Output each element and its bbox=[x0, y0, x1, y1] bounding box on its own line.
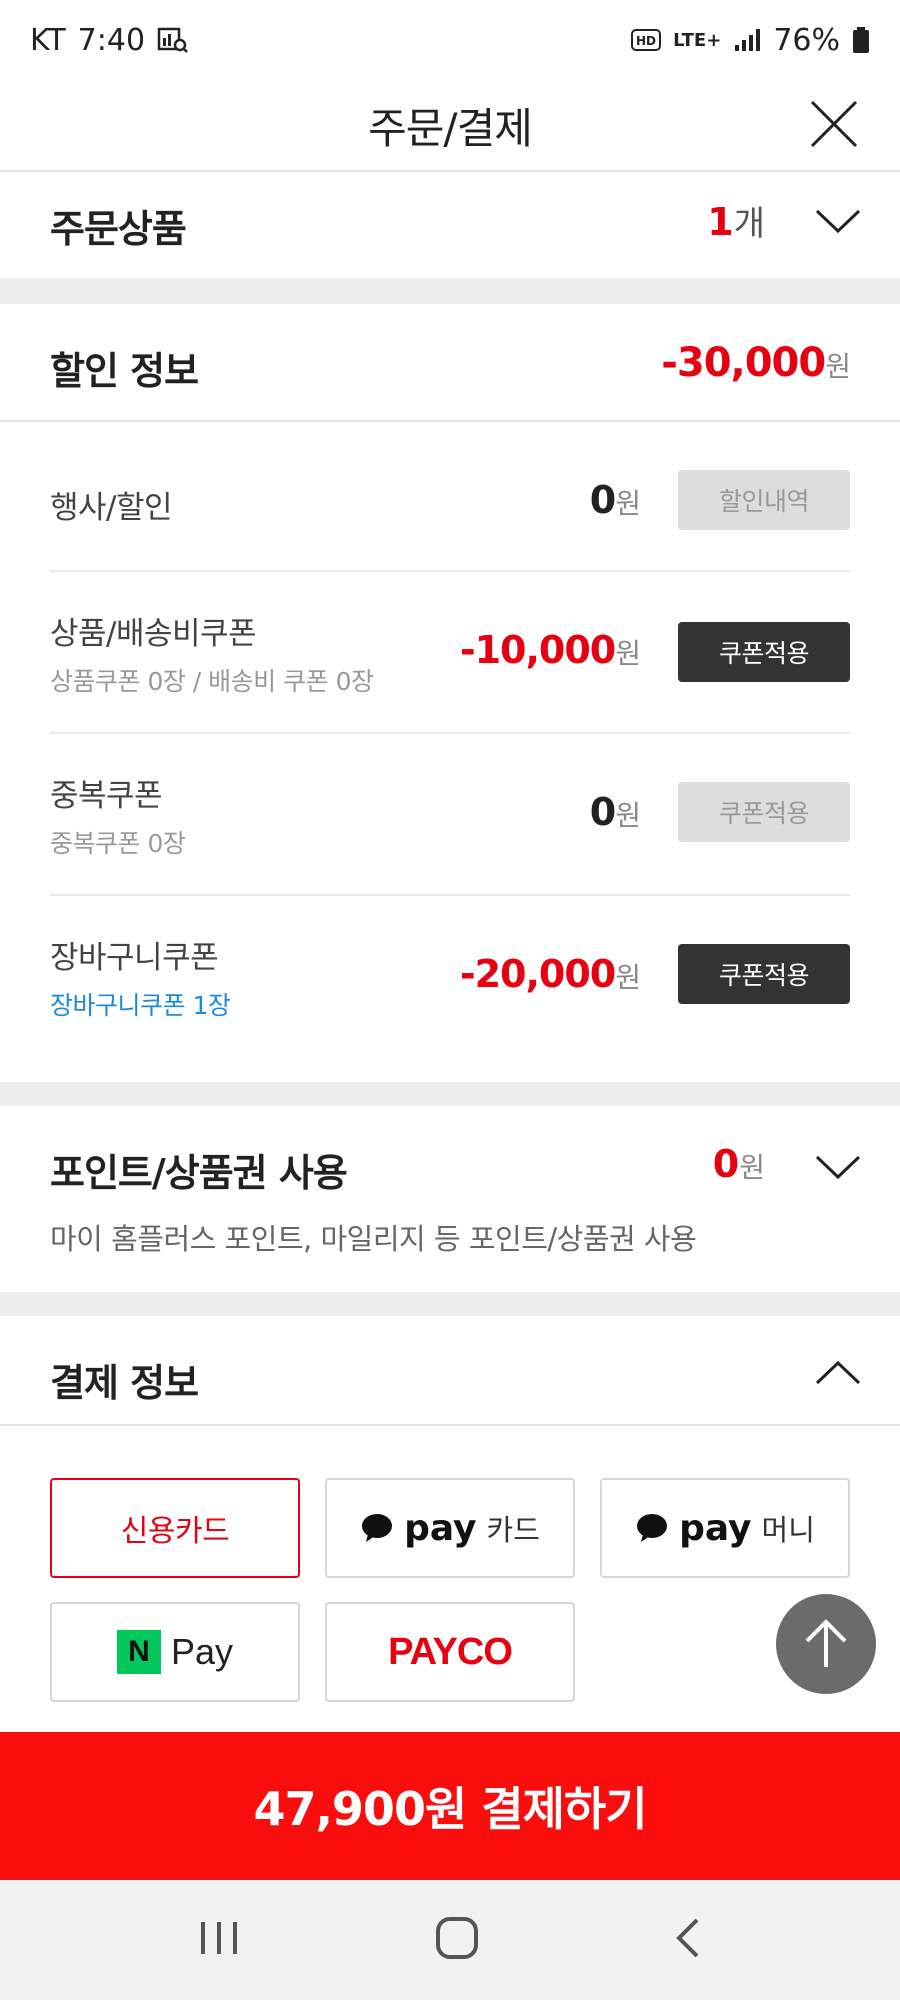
duplicate-coupon-amount: 0원 bbox=[589, 790, 641, 834]
discount-total-amount: -30,000 bbox=[661, 340, 826, 386]
discount-history-button[interactable]: 할인내역 bbox=[678, 470, 850, 530]
chevron-down-icon[interactable] bbox=[814, 206, 862, 236]
event-discount-amount: 0원 bbox=[589, 478, 641, 522]
section-gap bbox=[0, 1082, 900, 1106]
back-icon bbox=[676, 1918, 699, 1958]
duplicate-coupon-sub: 중복쿠폰 0장 bbox=[50, 829, 186, 858]
amount-value: 0 bbox=[589, 478, 616, 522]
naverpay-button[interactable]: N Pay bbox=[50, 1602, 300, 1702]
points-amount-value: 0 bbox=[712, 1142, 740, 1186]
apply-product-coupon-button[interactable]: 쿠폰적용 bbox=[678, 622, 850, 682]
battery-percent: 76% bbox=[773, 22, 840, 58]
carrier-label: KT bbox=[30, 22, 66, 58]
duplicate-coupon-label: 중복쿠폰 bbox=[50, 778, 163, 814]
chevron-up-icon[interactable] bbox=[814, 1358, 862, 1388]
kakaotalk-bubble-icon bbox=[362, 1514, 393, 1542]
status-left: KT 7:40 bbox=[30, 23, 189, 58]
system-nav-bar bbox=[0, 1880, 900, 2000]
recent-apps-icon bbox=[200, 1922, 237, 1954]
kakaotalk-bubble-icon bbox=[637, 1514, 668, 1542]
divider bbox=[50, 894, 850, 896]
won-unit: 원 bbox=[615, 799, 641, 832]
kakaopay-money-button[interactable]: pay 머니 bbox=[600, 1478, 850, 1578]
points-amount: 0원 bbox=[713, 1142, 765, 1186]
order-items-title: 주문상품 bbox=[50, 207, 187, 251]
cart-coupon-sub[interactable]: 장바구니쿠폰 1장 bbox=[50, 986, 231, 1022]
battery-icon bbox=[852, 26, 870, 54]
apply-duplicate-coupon-button[interactable]: 쿠폰적용 bbox=[678, 782, 850, 842]
order-count-unit: 개 bbox=[733, 204, 765, 244]
payco-logo: PAYCO bbox=[388, 1630, 513, 1673]
won-unit: 원 bbox=[615, 961, 641, 994]
svg-text:HD: HD bbox=[636, 34, 656, 48]
divider bbox=[0, 1424, 900, 1426]
naver-logo-icon: N bbox=[116, 1630, 161, 1674]
status-right: HD LTE+ 76% bbox=[631, 23, 870, 58]
clock: 7:40 bbox=[77, 22, 146, 58]
status-bar: KT 7:40 HD LTE+ 76% bbox=[0, 0, 900, 80]
event-discount-label: 행사/할인 bbox=[50, 490, 173, 526]
payco-button[interactable]: PAYCO bbox=[325, 1602, 575, 1702]
credit-card-label: 신용카드 bbox=[120, 1514, 230, 1549]
kakaopay-card-button[interactable]: pay 카드 bbox=[325, 1478, 575, 1578]
cart-coupon-amount: -20,000원 bbox=[459, 952, 641, 996]
cart-coupon-label: 장바구니쿠폰 bbox=[50, 940, 219, 976]
credit-card-button[interactable]: 신용카드 bbox=[50, 1478, 300, 1578]
page-header: 주문/결제 bbox=[0, 80, 900, 172]
order-items-count: 1개 bbox=[707, 196, 765, 245]
page-title: 주문/결제 bbox=[368, 103, 533, 153]
order-items-section[interactable]: 주문상품 1개 bbox=[0, 174, 900, 278]
amount-value: 0 bbox=[589, 790, 616, 834]
arrow-up-icon bbox=[805, 1619, 847, 1667]
won-unit: 원 bbox=[615, 487, 641, 520]
won-unit: 원 bbox=[739, 1151, 765, 1184]
product-shipping-coupon-amount: -10,000원 bbox=[459, 628, 641, 672]
close-button[interactable] bbox=[804, 94, 864, 154]
scroll-top-button[interactable] bbox=[776, 1594, 876, 1694]
points-title: 포인트/상품권 사용 bbox=[50, 1151, 348, 1195]
naverpay-label: Pay bbox=[170, 1631, 234, 1672]
won-unit: 원 bbox=[825, 350, 851, 383]
home-button[interactable] bbox=[434, 1915, 480, 1965]
chevron-down-icon[interactable] bbox=[814, 1152, 862, 1182]
divider bbox=[0, 420, 900, 422]
chart-search-icon bbox=[157, 26, 189, 54]
home-icon bbox=[435, 1917, 478, 1959]
discount-title: 할인 정보 bbox=[50, 349, 199, 393]
network-type: LTE+ bbox=[673, 29, 722, 51]
back-button[interactable] bbox=[673, 1916, 703, 1964]
kakaopay-brand: pay bbox=[404, 1507, 477, 1549]
kakaopay-card-label: 카드 bbox=[486, 1513, 540, 1547]
product-shipping-coupon-sub: 상품쿠폰 0장 / 배송비 쿠폰 0장 bbox=[50, 667, 374, 696]
amount-value: -20,000 bbox=[459, 952, 616, 996]
points-description: 마이 홈플러스 포인트, 마일리지 등 포인트/상품권 사용 bbox=[50, 1222, 697, 1256]
divider bbox=[50, 570, 850, 572]
recent-apps-button[interactable] bbox=[197, 1918, 241, 1962]
discount-section: 할인 정보 -30,000원 행사/할인 0원 할인내역 상품/배송비쿠폰 상품… bbox=[0, 304, 900, 1082]
apply-cart-coupon-button[interactable]: 쿠폰적용 bbox=[678, 944, 850, 1004]
discount-total: -30,000원 bbox=[661, 340, 851, 386]
amount-value: -10,000 bbox=[459, 628, 616, 672]
payment-section: 결제 정보 신용카드 pay 카드 pay 머니 N Pay PAYCO bbox=[0, 1316, 900, 1736]
close-icon bbox=[810, 100, 858, 148]
kakaopay-money-label: 머니 bbox=[761, 1513, 815, 1547]
divider bbox=[50, 732, 850, 734]
signal-icon bbox=[733, 27, 761, 53]
hd-voice-icon: HD bbox=[631, 28, 662, 52]
product-shipping-coupon-label: 상품/배송비쿠폰 bbox=[50, 616, 257, 652]
checkout-button[interactable]: 47,900원 결제하기 bbox=[0, 1732, 900, 1880]
points-section[interactable]: 포인트/상품권 사용 0원 마이 홈플러스 포인트, 마일리지 등 포인트/상품… bbox=[0, 1106, 900, 1292]
payment-title: 결제 정보 bbox=[50, 1361, 199, 1405]
order-count-number: 1 bbox=[707, 200, 734, 244]
kakaopay-brand: pay bbox=[679, 1507, 752, 1549]
won-unit: 원 bbox=[615, 637, 641, 670]
section-gap bbox=[0, 1292, 900, 1316]
section-gap bbox=[0, 278, 900, 304]
